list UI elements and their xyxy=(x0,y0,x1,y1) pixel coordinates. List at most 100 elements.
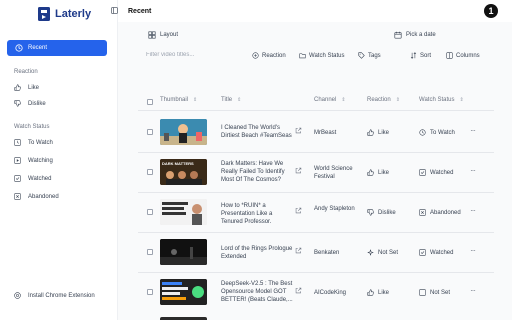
select-all-checkbox[interactable] xyxy=(147,99,153,105)
video-title[interactable]: Lord of the Rings Prologue Extended xyxy=(221,245,295,261)
columns-button[interactable]: Columns xyxy=(446,52,480,59)
column-header-thumbnail[interactable]: Thumbnail ⇕ xyxy=(160,97,197,103)
date-picker-label: Pick a date xyxy=(406,32,436,38)
sidebar-toggle-icon[interactable] xyxy=(111,7,118,14)
watch-status-cell[interactable]: Watched xyxy=(419,249,453,256)
column-header-channel[interactable]: Channel ⇕ xyxy=(314,97,346,103)
install-extension-button[interactable]: Install Chrome Extension xyxy=(14,292,95,299)
layout-button[interactable]: Layout xyxy=(148,31,178,39)
row-actions-button[interactable]: ··· xyxy=(470,206,476,215)
external-link-icon[interactable] xyxy=(295,207,302,214)
reaction-label: Like xyxy=(378,129,390,136)
video-thumbnail[interactable]: DARK MATTERS xyxy=(160,159,207,185)
sidebar-item-like[interactable]: Like xyxy=(14,84,39,91)
watch-status-cell[interactable]: Abandoned xyxy=(419,209,461,216)
sort-icon xyxy=(410,52,417,59)
reaction-label: Like xyxy=(378,169,390,176)
watch-status-heading: Watch Status xyxy=(14,124,50,130)
layout-label: Layout xyxy=(160,32,179,38)
thumbs-up-icon xyxy=(367,129,374,136)
channel-name: Andy Stapleton xyxy=(314,206,355,212)
row-checkbox[interactable] xyxy=(147,169,153,175)
columns-label: Columns xyxy=(456,52,480,59)
watch-status-label: Watched xyxy=(430,249,454,256)
reaction-cell[interactable]: Not Set xyxy=(367,249,398,256)
chrome-icon xyxy=(14,292,21,299)
sort-button[interactable]: Sort xyxy=(410,52,431,59)
sidebar-item-to-watch[interactable]: To Watch xyxy=(14,139,53,146)
date-picker-button[interactable]: Pick a date xyxy=(394,31,436,39)
row-checkbox[interactable] xyxy=(147,129,153,135)
filter-titles-input[interactable] xyxy=(146,49,242,61)
sort-arrows-icon: ⇕ xyxy=(341,97,346,103)
reaction-cell[interactable]: Like xyxy=(367,129,389,136)
thumbs-up-icon xyxy=(367,169,374,176)
row-actions-button[interactable]: ··· xyxy=(470,286,476,295)
sidebar-item-dislike[interactable]: Dislike xyxy=(14,100,46,107)
sparkle-icon xyxy=(367,249,374,256)
laterly-logo-icon xyxy=(38,7,50,21)
external-link-icon[interactable] xyxy=(295,127,302,134)
reaction-filter-label: Reaction xyxy=(262,52,286,59)
watch-status-cell[interactable]: Not Set xyxy=(419,289,450,296)
row-checkbox[interactable] xyxy=(147,249,153,255)
reaction-cell[interactable]: Dislike xyxy=(367,209,396,216)
video-thumbnail[interactable] xyxy=(160,199,207,225)
row-checkbox[interactable] xyxy=(147,289,153,295)
sidebar-item-recent[interactable]: Recent xyxy=(7,40,107,56)
page-title: Recent xyxy=(128,8,152,15)
sort-arrows-icon: ⇕ xyxy=(193,97,198,103)
video-title[interactable]: Dark Matters: Have We Really Failed To I… xyxy=(221,160,295,184)
reaction-label: Dislike xyxy=(378,209,396,216)
reaction-cell[interactable]: Like xyxy=(367,289,389,296)
column-header-reaction[interactable]: Reaction ⇕ xyxy=(367,97,400,103)
external-link-icon[interactable] xyxy=(295,287,302,294)
sidebar-item-abandoned[interactable]: Abandoned xyxy=(14,193,59,200)
sidebar-item-label: To Watch xyxy=(28,139,53,146)
folder-icon xyxy=(299,53,306,59)
watch-status-filter-button[interactable]: Watch Status xyxy=(299,52,344,59)
external-link-icon[interactable] xyxy=(295,167,302,174)
app-name: Laterly xyxy=(55,8,92,20)
tags-filter-label: Tags xyxy=(368,52,381,59)
reaction-cell[interactable]: Like xyxy=(367,169,389,176)
column-header-label: Reaction xyxy=(367,97,391,103)
play-icon xyxy=(14,157,21,164)
sidebar-item-watched[interactable]: Watched xyxy=(14,175,51,182)
row-checkbox[interactable] xyxy=(147,209,153,215)
install-extension-label: Install Chrome Extension xyxy=(28,292,95,299)
external-link-icon[interactable] xyxy=(295,247,302,254)
watch-status-cell[interactable]: Watched xyxy=(419,169,453,176)
sort-arrows-icon: ⇕ xyxy=(237,97,242,103)
video-thumbnail[interactable] xyxy=(160,239,207,265)
row-actions-button[interactable]: ··· xyxy=(470,126,476,135)
column-header-title[interactable]: Title ⇕ xyxy=(221,97,241,103)
row-actions-button[interactable]: ··· xyxy=(470,166,476,175)
thumbnail-image xyxy=(160,239,207,265)
thumbs-up-icon xyxy=(367,289,374,296)
video-title[interactable]: How to *RUIN* a Presentation Like a Tenu… xyxy=(221,202,295,226)
column-header-label: Channel xyxy=(314,97,337,103)
sidebar-item-watching[interactable]: Watching xyxy=(14,157,53,164)
header: Recent xyxy=(111,0,512,22)
row-divider xyxy=(138,232,494,233)
column-header-watch-status[interactable]: Watch Status ⇕ xyxy=(419,97,464,103)
reaction-label: Not Set xyxy=(378,249,399,256)
reaction-filter-button[interactable]: Reaction xyxy=(252,52,286,59)
tag-icon xyxy=(358,52,365,59)
video-thumbnail[interactable] xyxy=(160,119,207,145)
video-thumbnail[interactable] xyxy=(160,279,207,305)
thumbs-down-icon xyxy=(367,209,374,216)
channel-name: MrBeast xyxy=(314,130,337,136)
calendar-icon xyxy=(394,31,402,39)
sidebar-item-label: Watched xyxy=(28,175,52,182)
sidebar-item-label: Dislike xyxy=(28,100,46,107)
video-title[interactable]: I Cleaned The World's Dirtiest Beach #Te… xyxy=(221,124,295,140)
row-actions-button[interactable]: ··· xyxy=(470,246,476,255)
video-title[interactable]: DeepSeek-V2.5 : The Best Opensource Mode… xyxy=(221,280,295,304)
columns-icon xyxy=(446,52,453,59)
tags-filter-button[interactable]: Tags xyxy=(358,52,381,59)
watch-status-cell[interactable]: To Watch xyxy=(419,129,455,136)
sidebar-item-label: Watching xyxy=(28,157,53,164)
row-divider xyxy=(138,152,494,153)
